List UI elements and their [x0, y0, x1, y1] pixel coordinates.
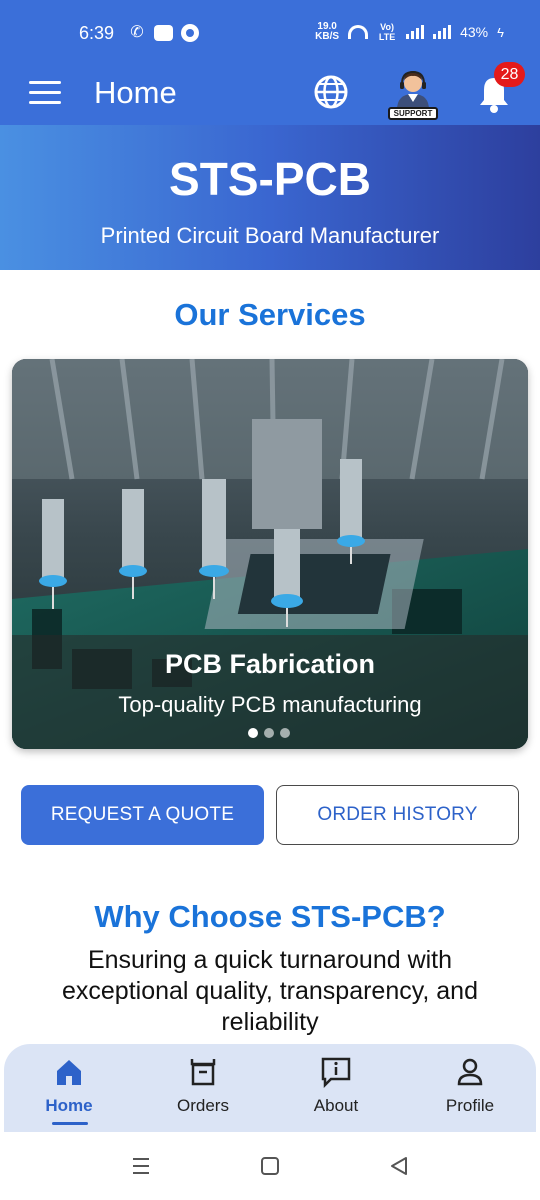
signal-icon-2 — [433, 25, 452, 39]
system-navigation-bar — [0, 1132, 540, 1200]
order-history-button[interactable]: ORDER HISTORY — [276, 785, 519, 845]
status-system-icons: 19.0 KB/S Vo) LTE 43% ϟ — [315, 21, 504, 43]
home-icon — [57, 1060, 81, 1085]
services-carousel[interactable]: PCB Fabrication Top-quality PCB manufact… — [12, 359, 528, 749]
hero-title: STS-PCB — [169, 153, 371, 205]
nav-item-orders[interactable]: Orders — [153, 1056, 253, 1116]
carousel-dot[interactable] — [248, 728, 258, 738]
app-notification-icon — [154, 25, 173, 41]
support-button[interactable]: SUPPORT — [387, 66, 439, 120]
home-system-icon[interactable] — [260, 1156, 280, 1176]
globe-icon[interactable] — [313, 74, 349, 110]
charging-icon: ϟ — [497, 24, 504, 40]
whatsapp-icon — [181, 24, 199, 42]
request-quote-button[interactable]: REQUEST A QUOTE — [21, 785, 264, 845]
viber-icon: ✆ — [130, 24, 144, 41]
recent-apps-icon[interactable] — [131, 1156, 151, 1176]
battery-level: 43% — [460, 24, 489, 40]
support-label: SUPPORT — [388, 107, 438, 120]
hero-banner: STS-PCB Printed Circuit Board Manufactur… — [0, 125, 540, 270]
status-bar: 6:39 ✆ 19.0 KB/S Vo) LTE 43% ϟ — [0, 0, 540, 60]
about-icon — [321, 1057, 351, 1088]
status-time: 6:39 — [79, 23, 115, 43]
carousel-dot[interactable] — [280, 728, 290, 738]
orders-icon — [190, 1059, 216, 1086]
nav-label-orders: Orders — [177, 1096, 229, 1115]
nav-item-home[interactable]: Home — [19, 1056, 119, 1116]
nav-label-home: Home — [45, 1096, 93, 1115]
profile-icon — [457, 1058, 483, 1086]
slide-title: PCB Fabrication — [164, 649, 376, 679]
app-bar: Home SUPPORT — [0, 60, 540, 125]
carousel-dot[interactable] — [264, 728, 274, 738]
menu-icon[interactable] — [29, 81, 61, 105]
hero-subtitle: Printed Circuit Board Manufacturer — [100, 223, 440, 248]
notification-badge: 28 — [494, 62, 525, 87]
why-heading: Why Choose STS-PCB? — [94, 899, 446, 934]
why-description: Ensuring a quick turnaround with excepti… — [62, 946, 478, 1036]
nav-item-profile[interactable]: Profile — [420, 1056, 520, 1116]
volte-icon: Vo) LTE — [378, 22, 396, 42]
active-tab-indicator — [52, 1122, 88, 1125]
nav-label-about: About — [313, 1096, 359, 1115]
network-speed: 19.0 KB/S — [315, 21, 340, 42]
services-heading: Our Services — [174, 297, 366, 332]
carousel-dots — [248, 728, 290, 738]
signal-icon — [406, 25, 425, 39]
back-icon[interactable] — [389, 1156, 409, 1176]
slide-subtitle: Top-quality PCB manufacturing — [118, 692, 422, 717]
wifi-icon — [348, 25, 369, 39]
status-notification-icons: ✆ — [128, 24, 199, 42]
nav-item-about[interactable]: About — [286, 1056, 386, 1116]
support-agent-icon — [397, 70, 429, 110]
bottom-navigation: Home Orders About Profile — [4, 1044, 536, 1132]
nav-label-profile: Profile — [445, 1096, 495, 1115]
page-title: Home — [94, 75, 177, 110]
